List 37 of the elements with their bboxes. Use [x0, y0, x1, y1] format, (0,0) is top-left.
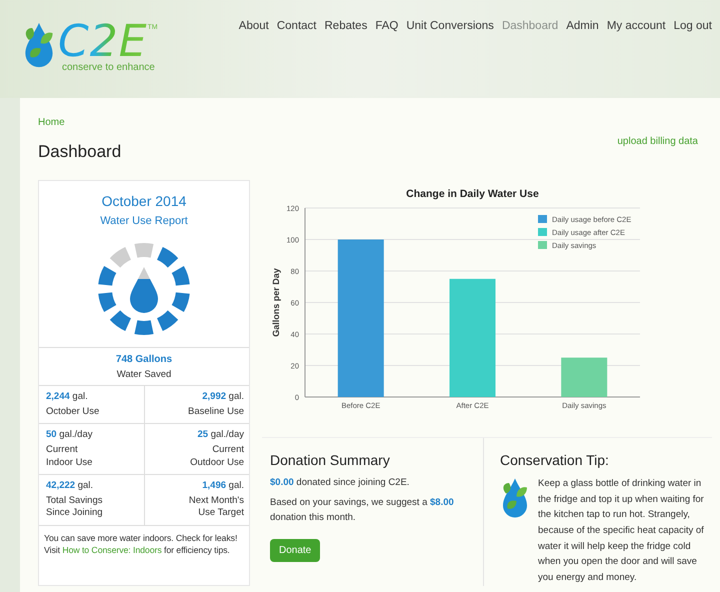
tip-title: Conservation Tip:	[500, 452, 610, 468]
nav-link[interactable]: Rebates	[324, 20, 368, 32]
stat-value: 25 gal./day	[198, 429, 244, 440]
axis-title: Gallons per Day	[271, 268, 281, 337]
stat-label: Current Outdoor Use	[190, 444, 244, 470]
report-month: October 2014	[102, 193, 186, 209]
logo-tagline: conserve to enhance	[62, 62, 156, 73]
nav-link[interactable]: Log out	[674, 20, 712, 32]
water-drop-icon	[130, 267, 158, 313]
stat-value: 1,496 gal.	[202, 480, 244, 492]
donation-title: Donation Summary	[270, 452, 391, 468]
saved-label: Water Saved	[116, 369, 172, 380]
suggestion-text: Based on your savings, we suggest a $8.00 donation this month.	[270, 496, 455, 524]
chart-title: Change in Daily Water Use	[406, 188, 539, 200]
page-title: Dashboard	[38, 142, 122, 162]
nav-link[interactable]: My account	[606, 20, 666, 32]
stat-label: Current Indoor Use	[46, 444, 94, 470]
stat-label: Next Month's Use Target	[188, 495, 244, 520]
chart-bar	[561, 358, 608, 397]
stat-value: 42,222 gal.	[46, 480, 94, 492]
nav-link[interactable]: Unit Conversions	[406, 20, 494, 32]
stat-value: 50 gal./day	[46, 429, 94, 440]
stat-label: Baseline Use	[188, 406, 244, 418]
stat-label: Total Savings Since Joining	[46, 495, 104, 520]
nav-link[interactable]: Admin	[566, 20, 599, 32]
saved-value: 748 Gallons	[116, 354, 172, 365]
tip-text: Keep a glass bottle of drinking water in the fridge and top it up when waiting for the kitchen tap to run hot. Strangely, because of the specific heat capacity of water it will help keep the fridge cold when you open the door and will save you energy and money.	[538, 477, 705, 586]
stat-value: 2,992 gal.	[202, 391, 244, 402]
nav-link[interactable]: Contact	[276, 20, 316, 32]
tip-note: You can save more water indoors. Check for leaks! Visit How to Conserve: Indoors for efficiency tips.	[43, 532, 238, 558]
stat-value: 2,244 gal.	[46, 391, 89, 402]
nav-link[interactable]: FAQ	[375, 20, 398, 32]
nav-link[interactable]: About	[238, 20, 269, 32]
stat-label: October Use	[46, 406, 100, 418]
leaf-drop-icon	[500, 476, 530, 520]
donated-text: $0.00 donated since joining C2E.	[270, 476, 410, 490]
report-subtitle: Water Use Report	[100, 215, 188, 227]
